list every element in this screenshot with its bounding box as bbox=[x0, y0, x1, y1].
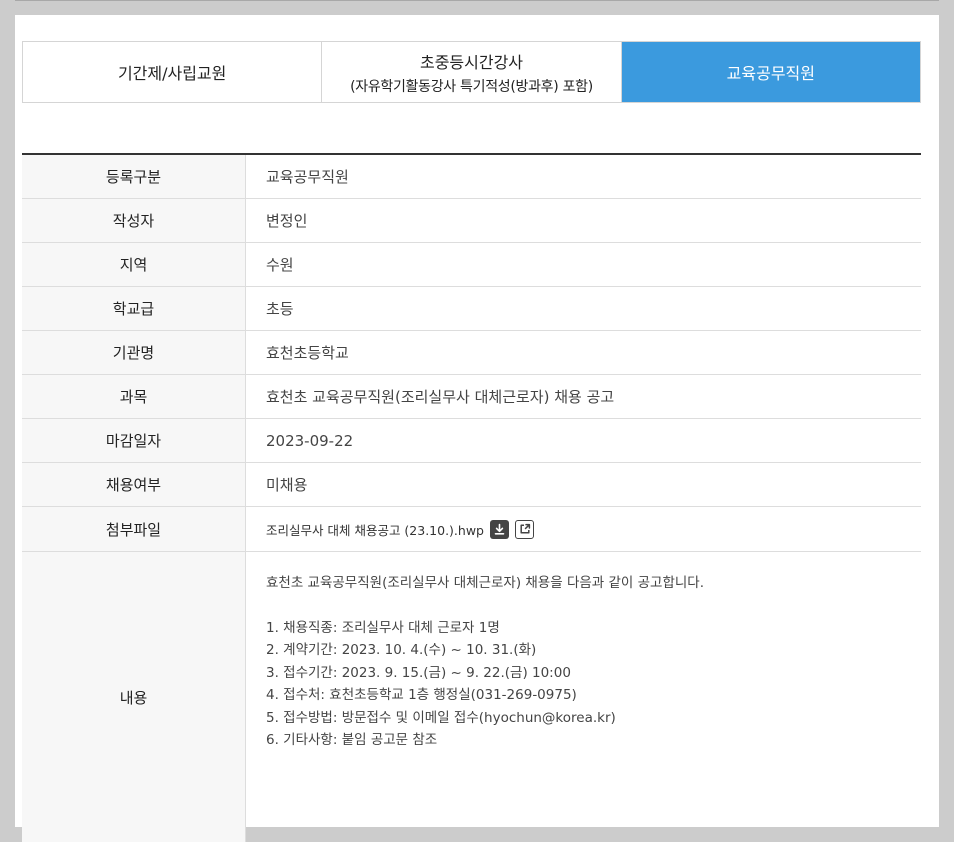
row-label: 과목 bbox=[22, 375, 246, 418]
table-row: 지역 수원 bbox=[22, 243, 921, 287]
row-label: 내용 bbox=[22, 552, 246, 842]
body-line: 6. 기타사항: 붙임 공고문 참조 bbox=[266, 732, 438, 748]
tab-part-time-instructor[interactable]: 초중등시간강사 (자유학기활동강사 특기적성(방과후) 포함) bbox=[322, 42, 622, 102]
table-row: 작성자 변정인 bbox=[22, 199, 921, 243]
row-value-author: 변정인 bbox=[266, 212, 308, 230]
table-row: 학교급 초등 bbox=[22, 287, 921, 331]
body-line: 4. 접수처: 효천초등학교 1층 행정실(031-269-0975) bbox=[266, 687, 577, 703]
row-value-registration-type: 교육공무직원 bbox=[266, 168, 349, 186]
row-value-region: 수원 bbox=[266, 256, 294, 274]
attachment-filename[interactable]: 조리실무사 대체 채용공고 (23.10.).hwp bbox=[266, 520, 484, 539]
attachment-cell: 조리실무사 대체 채용공고 (23.10.).hwp bbox=[246, 507, 921, 551]
body-line: 효천초 교육공무직원(조리실무사 대체근로자) 채용을 다음과 같이 공고합니다… bbox=[266, 575, 705, 591]
table-row: 마감일자 2023-09-22 bbox=[22, 419, 921, 463]
row-label: 채용여부 bbox=[22, 463, 246, 506]
body-line: 2. 계약기간: 2023. 10. 4.(수) ~ 10. 31.(화) bbox=[266, 642, 537, 658]
posting-detail-table: 등록구분 교육공무직원 작성자 변정인 지역 수원 학교급 초등 기관명 효천초… bbox=[22, 153, 921, 842]
tab-sublabel: (자유학기활동강사 특기적성(방과후) 포함) bbox=[350, 78, 593, 95]
top-divider bbox=[15, 0, 939, 1]
row-label: 마감일자 bbox=[22, 419, 246, 462]
row-value-hiring-status: 미채용 bbox=[266, 476, 308, 494]
row-label: 기관명 bbox=[22, 331, 246, 374]
tab-label: 교육공무직원 bbox=[726, 64, 815, 83]
table-row: 등록구분 교육공무직원 bbox=[22, 155, 921, 199]
tab-contract-teacher[interactable]: 기간제/사립교원 bbox=[23, 42, 323, 102]
category-tabs: 기간제/사립교원 초중등시간강사 (자유학기활동강사 특기적성(방과후) 포함)… bbox=[22, 41, 921, 103]
row-value-subject: 효천초 교육공무직원(조리실무사 대체근로자) 채용 공고 bbox=[266, 388, 615, 406]
row-label: 작성자 bbox=[22, 199, 246, 242]
download-icon[interactable] bbox=[490, 519, 509, 539]
body-line: 3. 접수기간: 2023. 9. 15.(금) ~ 9. 22.(금) 10:… bbox=[266, 664, 571, 681]
table-row-content: 내용 효천초 교육공무직원(조리실무사 대체근로자) 채용을 다음과 같이 공고… bbox=[22, 552, 921, 842]
row-value-deadline: 2023-09-22 bbox=[266, 431, 354, 450]
posting-body: 효천초 교육공무직원(조리실무사 대체근로자) 채용을 다음과 같이 공고합니다… bbox=[246, 552, 921, 842]
content-panel: 기간제/사립교원 초중등시간강사 (자유학기활동강사 특기적성(방과후) 포함)… bbox=[15, 15, 939, 842]
external-link-icon[interactable] bbox=[515, 519, 534, 539]
table-row-attachment: 첨부파일 조리실무사 대체 채용공고 (23.10.).hwp bbox=[22, 507, 921, 552]
row-value-school-level: 초등 bbox=[266, 300, 294, 318]
row-label: 등록구분 bbox=[22, 155, 246, 198]
table-row: 과목 효천초 교육공무직원(조리실무사 대체근로자) 채용 공고 bbox=[22, 375, 921, 419]
table-row: 기관명 효천초등학교 bbox=[22, 331, 921, 375]
row-label: 첨부파일 bbox=[22, 507, 246, 551]
body-line: 1. 채용직종: 조리실무사 대체 근로자 1명 bbox=[266, 619, 500, 636]
body-line: 5. 접수방법: 방문접수 및 이메일 접수(hyochun@korea.kr) bbox=[266, 709, 616, 726]
tab-education-staff[interactable]: 교육공무직원 bbox=[621, 42, 920, 102]
row-label: 지역 bbox=[22, 243, 246, 286]
tab-label: 초중등시간강사 bbox=[419, 52, 524, 72]
row-label: 학교급 bbox=[22, 287, 246, 330]
table-row: 채용여부 미채용 bbox=[22, 463, 921, 507]
row-value-institution: 효천초등학교 bbox=[266, 344, 349, 362]
tab-label: 기간제/사립교원 bbox=[117, 64, 227, 83]
